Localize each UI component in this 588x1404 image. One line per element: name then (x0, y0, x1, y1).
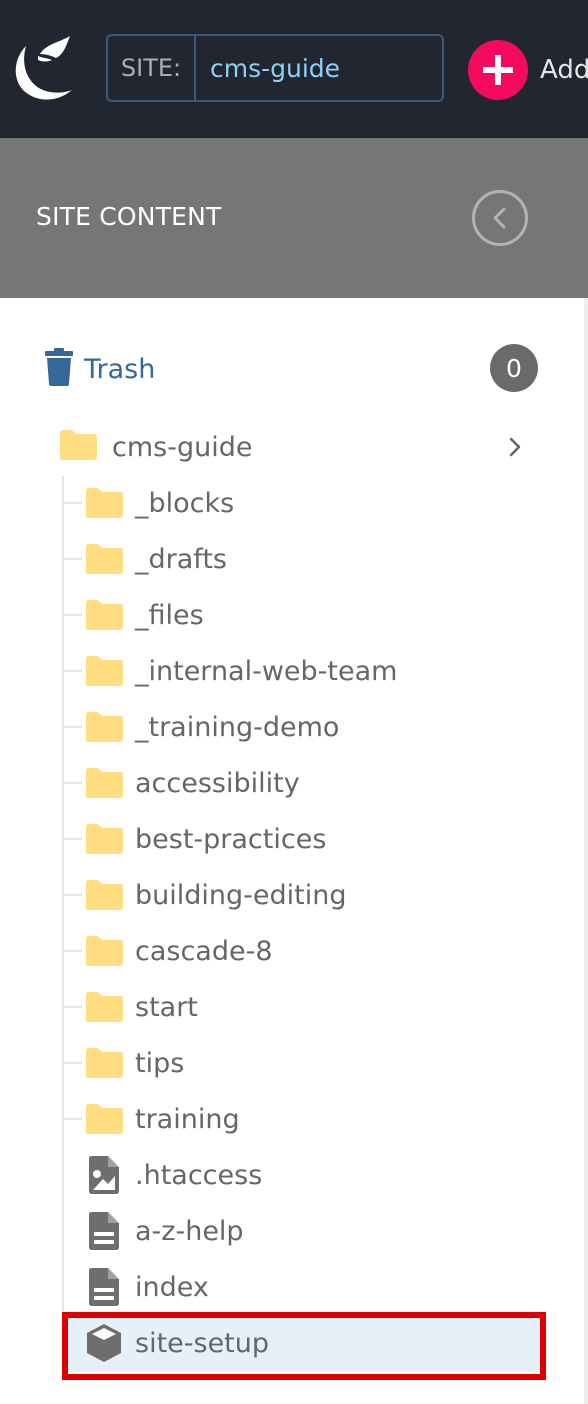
tree-item-label: start (135, 991, 198, 1023)
site-value[interactable]: cms-guide (196, 54, 340, 83)
trash-link[interactable]: Trash 0 (44, 344, 540, 392)
trash-count-badge: 0 (490, 344, 538, 392)
folder-icon (84, 1046, 124, 1080)
tree-item-site-setup[interactable]: site-setup (62, 1320, 538, 1366)
tree-item-training[interactable]: training (62, 1096, 538, 1142)
tree-item-label: cascade-8 (135, 935, 273, 967)
tree-root-label: cms-guide (112, 431, 253, 463)
image-file-icon (84, 1156, 124, 1194)
tree-item-best-practices[interactable]: best-practices (62, 816, 538, 862)
site-label: SITE: (108, 36, 196, 100)
tree-item-label: site-setup (135, 1327, 270, 1359)
tree-branch-line (62, 1006, 82, 1008)
tree-item-label: _files (135, 599, 204, 631)
folder-icon (84, 710, 124, 744)
tree-branch-line (62, 782, 82, 784)
folder-icon (84, 1102, 124, 1136)
add-content-button[interactable]: Add (468, 40, 588, 100)
tree-item-label: a-z-help (135, 1215, 244, 1247)
tree-item-blocks[interactable]: _blocks (62, 480, 538, 526)
folder-icon (84, 598, 124, 632)
tree-branch-line (62, 838, 82, 840)
tree-item-label: building-editing (135, 879, 347, 911)
tree-item-label: best-practices (135, 823, 327, 855)
tree-item-drafts[interactable]: _drafts (62, 536, 538, 582)
tree-branch-line (62, 950, 82, 952)
folder-icon (84, 990, 124, 1024)
tree-branch-line (62, 614, 82, 616)
tree-branch-line (62, 670, 82, 672)
tree-item-accessibility[interactable]: accessibility (62, 760, 538, 806)
tree-item-label: _training-demo (135, 711, 340, 743)
tree-item-label: index (135, 1271, 209, 1303)
block-cube-icon (84, 1324, 124, 1362)
tree-branch-line (62, 558, 82, 560)
folder-icon (84, 542, 124, 576)
collapse-panel-button[interactable] (472, 190, 528, 246)
add-label: Add (540, 55, 588, 85)
tree-item-label: tips (135, 1047, 185, 1079)
folder-icon (84, 822, 124, 856)
tree-item-label: accessibility (135, 767, 300, 799)
page-file-icon (84, 1212, 124, 1250)
folder-icon (84, 654, 124, 688)
cascade-logo-icon[interactable] (10, 32, 84, 106)
tree-branch-line (62, 726, 82, 728)
tree-item-building-editing[interactable]: building-editing (62, 872, 538, 918)
plus-circle-icon (468, 40, 528, 100)
tree-item-start[interactable]: start (62, 984, 538, 1030)
tree-item-cascade-8[interactable]: cascade-8 (62, 928, 538, 974)
tree-root-cms-guide[interactable]: cms-guide (58, 424, 528, 470)
tree-item-label: _blocks (135, 487, 235, 519)
tree-item-tips[interactable]: tips (62, 1040, 538, 1086)
tree-branch-line (62, 894, 82, 896)
folder-icon (84, 766, 124, 800)
folder-icon (84, 934, 124, 968)
top-bar: SITE: cms-guide Add (0, 0, 588, 138)
tree-item-label: training (135, 1103, 240, 1135)
tree-item-label: _drafts (135, 543, 227, 575)
trash-label: Trash (84, 353, 156, 385)
tree-item-a-z-help[interactable]: a-z-help (62, 1208, 538, 1254)
site-selector[interactable]: SITE: cms-guide (106, 34, 444, 102)
folder-icon (84, 486, 124, 520)
tree-item-index[interactable]: index (62, 1264, 538, 1310)
site-content-header: SITE CONTENT (0, 138, 588, 298)
tree-item-label: .htaccess (135, 1159, 263, 1191)
tree-branch-line (62, 1062, 82, 1064)
panel-title: SITE CONTENT (36, 202, 222, 231)
tree-branch-line (62, 502, 82, 504)
tree-branch-line (62, 1118, 82, 1120)
tree-item-htaccess[interactable]: .htaccess (62, 1152, 538, 1198)
chevron-left-icon (493, 207, 506, 229)
chevron-right-icon[interactable] (508, 436, 522, 462)
folder-icon (84, 878, 124, 912)
tree-item-files[interactable]: _files (62, 592, 538, 638)
tree-item-training-demo[interactable]: _training-demo (62, 704, 538, 750)
folder-icon (58, 429, 98, 465)
trash-icon (44, 347, 74, 391)
tree-item-label: _internal-web-team (135, 655, 398, 687)
tree-item-internal-web-team[interactable]: _internal-web-team (62, 648, 538, 694)
scrollbar-track[interactable] (584, 298, 588, 1404)
page-file-icon (84, 1268, 124, 1306)
